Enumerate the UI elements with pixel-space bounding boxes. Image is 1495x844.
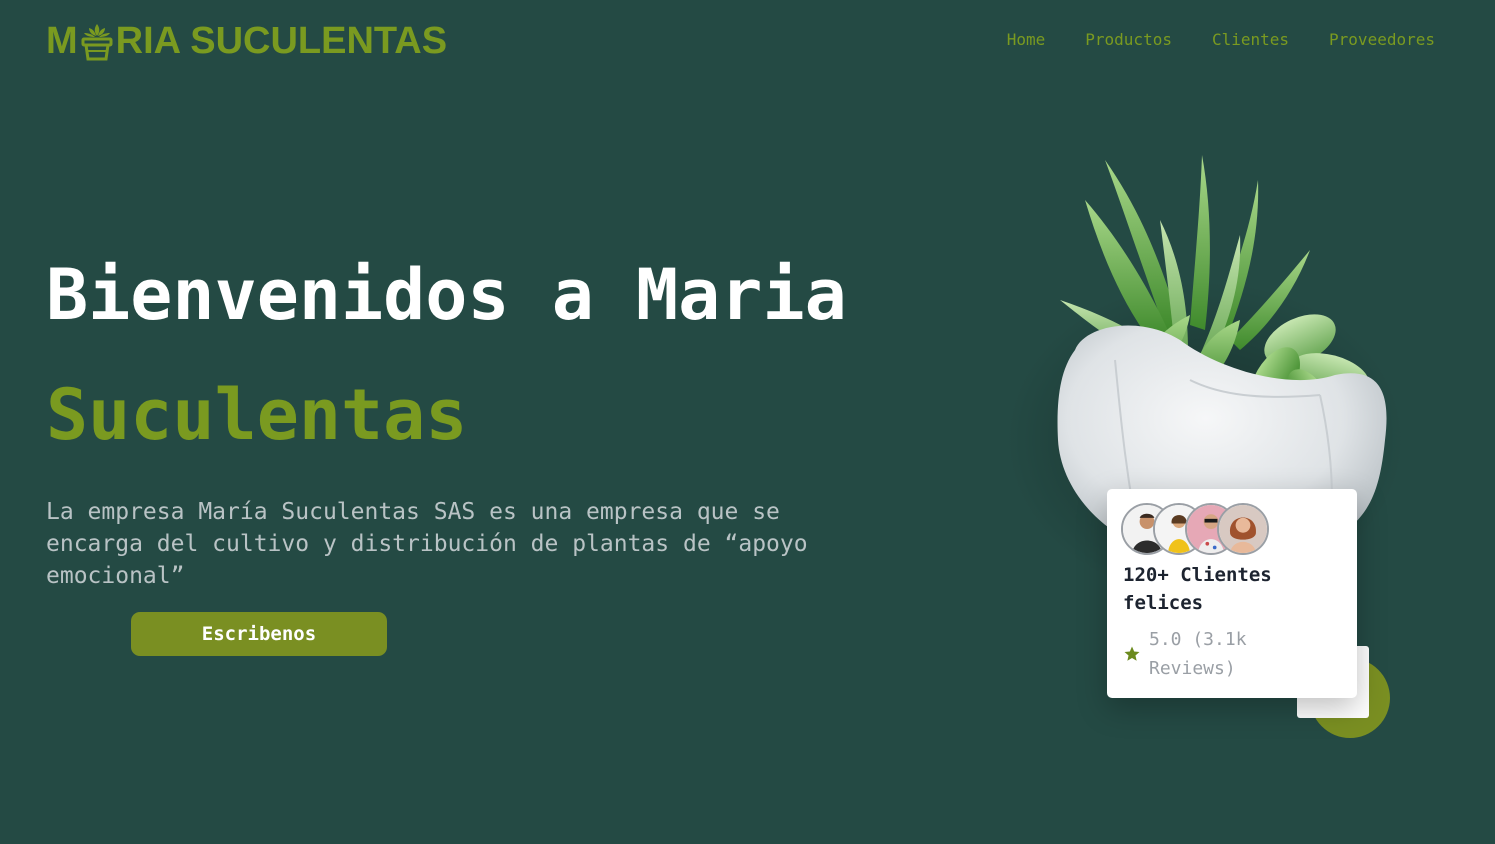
customer-avatars — [1121, 503, 1281, 555]
nav-item-proveedores[interactable]: Proveedores — [1329, 30, 1435, 49]
rating-text: 5.0 (3.1k Reviews) — [1149, 629, 1247, 679]
hero-description: La empresa María Suculentas SAS es una e… — [46, 499, 808, 589]
hero-title-line2: Suculentas — [46, 374, 468, 456]
nav-item-clientes[interactable]: Clientes — [1212, 30, 1289, 49]
succulent-pot-icon — [81, 24, 113, 61]
reviews-card: 120+ Clientes felices 5.0 (3.1k Reviews) — [1107, 489, 1357, 698]
main-nav: Home Productos Clientes Proveedores — [1007, 30, 1435, 49]
logo-text-end: RIA SUCULENTAS — [115, 20, 448, 62]
hero-title-line1: Bienvenidos a Maria — [46, 254, 847, 336]
landing-page: M RIA SUCULENTAS Home Productos Clientes… — [0, 0, 1495, 844]
happy-clients-headline: 120+ Clientes felices — [1123, 564, 1272, 614]
person-icon — [1219, 505, 1267, 553]
logo-text-start: M — [46, 20, 78, 62]
contact-button[interactable]: Escribenos — [131, 612, 387, 656]
nav-item-home[interactable]: Home — [1007, 30, 1046, 49]
avatar — [1217, 503, 1269, 555]
brand-logo[interactable]: M RIA SUCULENTAS — [46, 18, 447, 64]
nav-item-productos[interactable]: Productos — [1085, 30, 1172, 49]
star-icon — [1124, 646, 1140, 661]
